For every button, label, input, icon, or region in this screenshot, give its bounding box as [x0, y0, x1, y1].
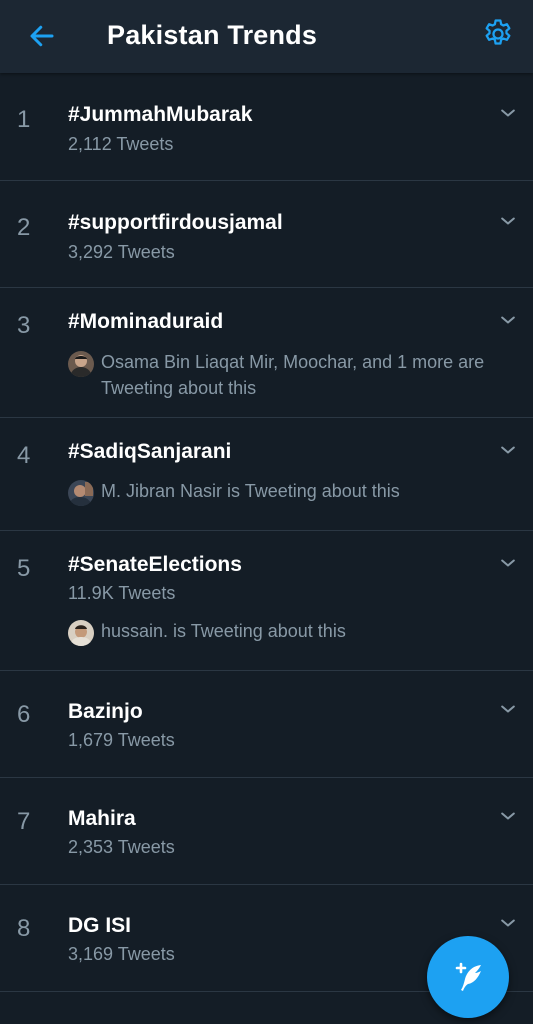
tweet-count: 11.9K Tweets [68, 583, 176, 603]
trend-name: #Mominaduraid [68, 310, 224, 333]
trend-item[interactable]: 3 #Mominaduraid Osama Bin Liaqat Mir, Mo… [0, 288, 533, 418]
trend-name: #supportfirdousjamal [68, 211, 283, 234]
trend-name: #SenateElections [68, 553, 242, 576]
trend-rank: 6 [17, 701, 31, 728]
trend-rank: 4 [17, 442, 31, 469]
trend-name: #SadiqSanjarani [68, 440, 232, 463]
chevron-down-icon[interactable] [496, 101, 520, 125]
trend-item[interactable]: 5 #SenateElections 11.9K Tweets hussain.… [0, 531, 533, 671]
trend-item[interactable]: 2 #supportfirdousjamal 3,292 Tweets [0, 181, 533, 288]
compose-tweet-button[interactable] [427, 936, 509, 1018]
trend-name: #JummahMubarak [68, 103, 253, 126]
gear-icon [485, 19, 511, 45]
trends-list: 1 #JummahMubarak 2,112 Tweets 2 #support… [0, 73, 533, 992]
trend-rank: 8 [17, 915, 31, 942]
page-title: Pakistan Trends [107, 20, 318, 50]
trend-item[interactable]: 1 #JummahMubarak 2,112 Tweets [0, 73, 533, 181]
top-app-bar: Pakistan Trends [0, 0, 533, 73]
tweet-count: 3,169 Tweets [68, 944, 175, 964]
tweet-count: 2,112 Tweets [68, 134, 174, 154]
chevron-down-icon[interactable] [496, 804, 520, 828]
trend-context: hussain. is Tweeting about this [101, 621, 346, 641]
chevron-down-icon[interactable] [496, 308, 520, 332]
trend-rank: 1 [17, 106, 31, 133]
tweet-count: 3,292 Tweets [68, 242, 175, 262]
compose-tweet-icon [455, 962, 481, 991]
trend-context: M. Jibran Nasir is Tweeting about this [101, 481, 400, 501]
trend-rank: 7 [17, 808, 31, 835]
chevron-down-icon[interactable] [496, 911, 520, 935]
trend-item[interactable]: 7 Mahira 2,353 Tweets [0, 778, 533, 885]
trend-name: Bazinjo [68, 700, 143, 723]
trend-name: Mahira [68, 807, 136, 830]
back-button[interactable] [22, 16, 62, 56]
trend-name: DG ISI [68, 914, 132, 937]
trend-rank: 5 [17, 555, 31, 582]
trend-item[interactable]: 6 Bazinjo 1,679 Tweets [0, 671, 533, 778]
tweet-count: 2,353 Tweets [68, 837, 175, 857]
trend-item[interactable]: 4 #SadiqSanjarani M. Jibran Nasir is Twe… [0, 418, 533, 531]
avatar [68, 351, 94, 377]
tweet-count: 1,679 Tweets [68, 730, 175, 750]
trend-context: Osama Bin Liaqat Mir, Moochar, and 1 mor… [101, 352, 485, 398]
chevron-down-icon[interactable] [496, 209, 520, 233]
avatar [68, 620, 94, 646]
settings-button[interactable] [476, 12, 520, 56]
trend-rank: 3 [17, 312, 31, 339]
chevron-down-icon[interactable] [496, 697, 520, 721]
avatar [68, 480, 94, 506]
chevron-down-icon[interactable] [496, 551, 520, 575]
trend-rank: 2 [17, 214, 31, 241]
arrow-left-icon [30, 25, 54, 47]
chevron-down-icon[interactable] [496, 438, 520, 462]
